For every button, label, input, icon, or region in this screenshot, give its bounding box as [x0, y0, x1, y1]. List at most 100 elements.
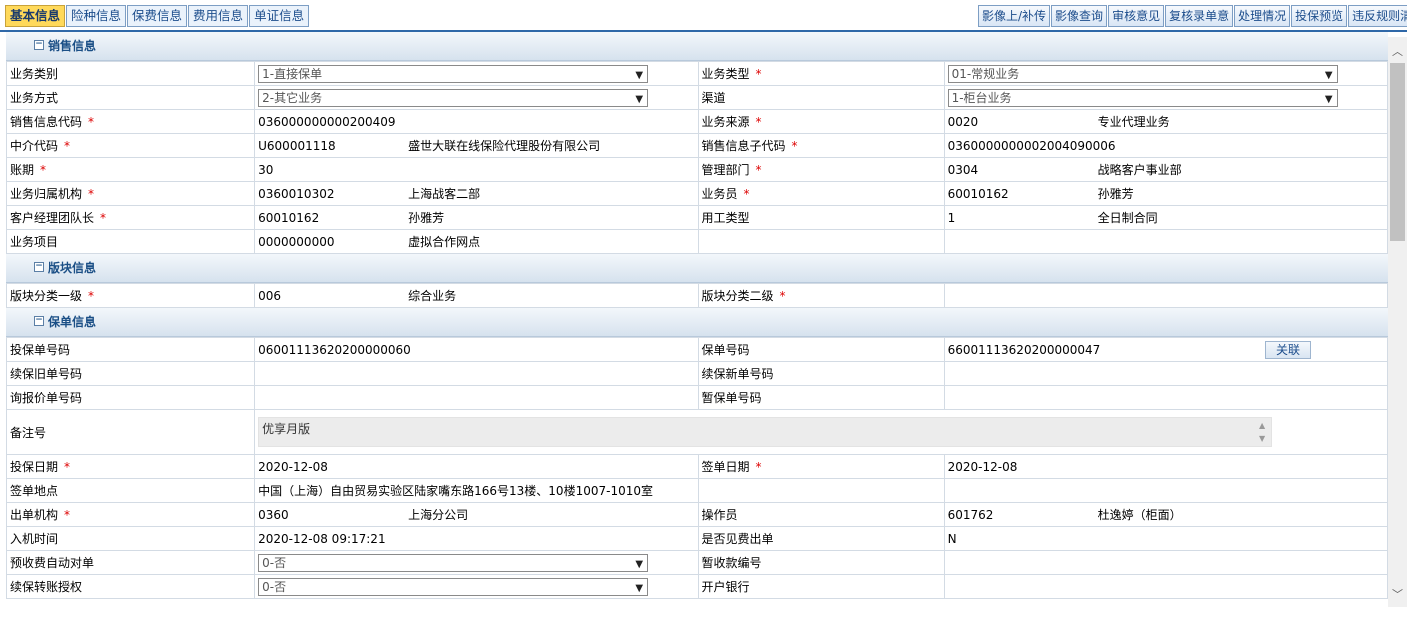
- agent-code-value: U600001118 盛世大联在线保险代理股份有限公司: [254, 133, 699, 158]
- form-row: 续保旧单号码 续保新单号码: [6, 361, 1388, 386]
- required-mark: *: [755, 163, 762, 177]
- required-mark: *: [743, 187, 750, 201]
- field-label: 业务员 *: [697, 181, 945, 206]
- chevron-down-icon: ▼: [635, 558, 644, 570]
- field-label: 业务归属机构 *: [6, 181, 256, 206]
- tab-insurance-type[interactable]: 险种信息: [66, 5, 127, 27]
- form-row: 入机时间 2020-12-08 09:17:21 是否见费出单 N: [6, 526, 1388, 551]
- biz-type-select[interactable]: 01-常规业务 ▼: [947, 64, 1338, 83]
- required-mark: *: [755, 67, 762, 81]
- employ-type-value: 1 全日制合同: [943, 205, 1388, 230]
- policy-form: 投保单号码 06001113620200000060 保单号码 66001113…: [6, 337, 1388, 599]
- proposal-no-value: 06001113620200000060: [254, 337, 699, 362]
- quote-no-value: [254, 385, 699, 410]
- field-label: 签单地点: [6, 478, 256, 503]
- action-bar: 影像上/补传 影像查询 审核意见 复核录单意 处理情况 投保预览 违反规则清: [978, 5, 1407, 27]
- scroll-up-icon[interactable]: ︿: [1388, 43, 1407, 60]
- field-label: 续保旧单号码: [6, 361, 256, 386]
- collapse-icon[interactable]: −: [34, 262, 44, 272]
- field-label: 暂收款编号: [697, 550, 945, 575]
- sign-place-value: 中国（上海）自由贸易实验区陆家嘴东路166号13楼、10楼1007-1010室: [254, 478, 699, 503]
- section-sales-header[interactable]: − 销售信息: [6, 32, 1388, 61]
- processing-status-button[interactable]: 处理情况: [1234, 5, 1291, 27]
- field-label: 业务项目: [6, 229, 256, 254]
- form-row: 账期 * 30 管理部门 * 0304 战略客户事业部: [6, 157, 1388, 182]
- form-row: 销售信息代码 * 036000000000200409 业务来源 * 0020 专业代…: [6, 109, 1388, 134]
- field-label: 备注号: [6, 409, 256, 455]
- biz-category-select[interactable]: 1-直接保单 ▼: [258, 64, 649, 83]
- required-mark: *: [100, 211, 107, 225]
- field-label: 签单日期 *: [697, 454, 945, 479]
- collapse-icon[interactable]: −: [34, 316, 44, 326]
- renew-auth-select[interactable]: 0-否 ▼: [258, 577, 649, 596]
- form-row: 询报价单号码 暂保单号码: [6, 385, 1388, 410]
- required-mark: *: [755, 460, 762, 474]
- field-label: 询报价单号码: [6, 385, 256, 410]
- segment-form: 版块分类一级 * 006 综合业务 版块分类二级 *: [6, 283, 1388, 308]
- section-segment-header[interactable]: − 版块信息: [6, 254, 1388, 283]
- recheck-entry-button[interactable]: 复核录单意: [1165, 5, 1234, 27]
- chevron-down-icon: ▼: [1324, 69, 1333, 81]
- tab-documents[interactable]: 单证信息: [249, 5, 310, 27]
- form-row: 预收费自动对单 0-否 ▼ 暂收款编号: [6, 550, 1388, 575]
- form-row: 业务类别 1-直接保单 ▼ 业务类型 * 01-常规业务 ▼: [6, 61, 1388, 86]
- form-row: 签单地点 中国（上海）自由贸易实验区陆家嘴东路166号13楼、10楼1007-1…: [6, 478, 1388, 503]
- chevron-down-icon: ▼: [635, 69, 644, 81]
- main-content: − 销售信息 业务类别 1-直接保单 ▼ 业务类型 * 01-常规业务 ▼ 业务方式 …: [6, 32, 1388, 624]
- renew-new-value: [943, 361, 1388, 386]
- field-label: 投保日期 *: [6, 454, 256, 479]
- segment-level1-value: 006 综合业务: [254, 283, 699, 308]
- form-row: 客户经理团队长 * 60010162 孙雅芳 用工类型 1 全日制合同: [6, 205, 1388, 230]
- empty-cell: [697, 478, 945, 503]
- image-upload-button[interactable]: 影像上/补传: [978, 5, 1051, 27]
- scroll-down-icon[interactable]: ﹀: [1388, 586, 1407, 603]
- tab-expense[interactable]: 费用信息: [188, 5, 249, 27]
- image-query-button[interactable]: 影像查询: [1051, 5, 1108, 27]
- review-opinion-button[interactable]: 审核意见: [1108, 5, 1165, 27]
- scroll-thumb[interactable]: [1390, 63, 1405, 241]
- form-row: 业务项目 0000000000 虚拟合作网点: [6, 229, 1388, 254]
- form-row: 备注号 优享月版 ▲ ▼: [6, 409, 1388, 455]
- sales-form: 业务类别 1-直接保单 ▼ 业务类型 * 01-常规业务 ▼ 业务方式 2-其它业务 ▼…: [6, 61, 1388, 254]
- tab-basic-info[interactable]: 基本信息: [5, 5, 66, 27]
- tab-premium[interactable]: 保费信息: [127, 5, 188, 27]
- form-row: 版块分类一级 * 006 综合业务 版块分类二级 *: [6, 283, 1388, 308]
- field-label: 业务类型 *: [697, 61, 945, 86]
- form-row: 续保转账授权 0-否 ▼ 开户银行: [6, 574, 1388, 599]
- field-label: 管理部门 *: [697, 157, 945, 182]
- form-row: 投保单号码 06001113620200000060 保单号码 66001113…: [6, 337, 1388, 362]
- tab-bar: 基本信息 险种信息 保费信息 费用信息 单证信息: [5, 5, 310, 27]
- required-mark: *: [779, 289, 786, 303]
- field-label: 版块分类一级 *: [6, 283, 256, 308]
- temp-receipt-value: [943, 550, 1388, 575]
- channel-select[interactable]: 1-柜台业务 ▼: [947, 88, 1338, 107]
- top-toolbar: 基本信息 险种信息 保费信息 费用信息 单证信息 影像上/补传 影像查询 审核意…: [0, 0, 1407, 32]
- section-title: 销售信息: [48, 39, 97, 53]
- biz-project-value: 0000000000 虚拟合作网点: [254, 229, 699, 254]
- renew-old-value: [254, 361, 699, 386]
- sales-sub-code-value: 0360000000002004090006: [943, 133, 1388, 158]
- apply-date-value: 2020-12-08: [254, 454, 699, 479]
- proposal-preview-button[interactable]: 投保预览: [1291, 5, 1348, 27]
- remark-textarea[interactable]: 优享月版 ▲ ▼: [258, 417, 1273, 447]
- remark-cell: 优享月版 ▲ ▼: [254, 409, 1388, 455]
- field-label: 业务类别: [6, 61, 256, 86]
- field-label: 保单号码: [697, 337, 945, 362]
- form-row: 业务方式 2-其它业务 ▼ 渠道 1-柜台业务 ▼: [6, 85, 1388, 110]
- section-policy-header[interactable]: − 保单信息: [6, 308, 1388, 337]
- form-row: 业务归属机构 * 0360010302 上海战客二部 业务员 * 60010162 孙雅…: [6, 181, 1388, 206]
- link-button[interactable]: 关联: [1265, 341, 1311, 359]
- salesman-value: 60010162 孙雅芳: [943, 181, 1388, 206]
- required-mark: *: [64, 139, 71, 153]
- biz-mode-select[interactable]: 2-其它业务 ▼: [258, 88, 649, 107]
- field-label: 销售信息子代码 *: [697, 133, 945, 158]
- required-mark: *: [64, 460, 71, 474]
- rule-violation-button[interactable]: 违反规则清: [1348, 5, 1407, 27]
- prepay-auto-select[interactable]: 0-否 ▼: [258, 553, 649, 572]
- collapse-icon[interactable]: −: [34, 40, 44, 50]
- textarea-scroll-icon[interactable]: ▲ ▼: [1255, 419, 1269, 446]
- field-label: 续保新单号码: [697, 361, 945, 386]
- vertical-scrollbar[interactable]: ︿ ﹀: [1388, 37, 1407, 607]
- empty-cell: [697, 229, 945, 254]
- chevron-down-icon: ▼: [635, 582, 644, 594]
